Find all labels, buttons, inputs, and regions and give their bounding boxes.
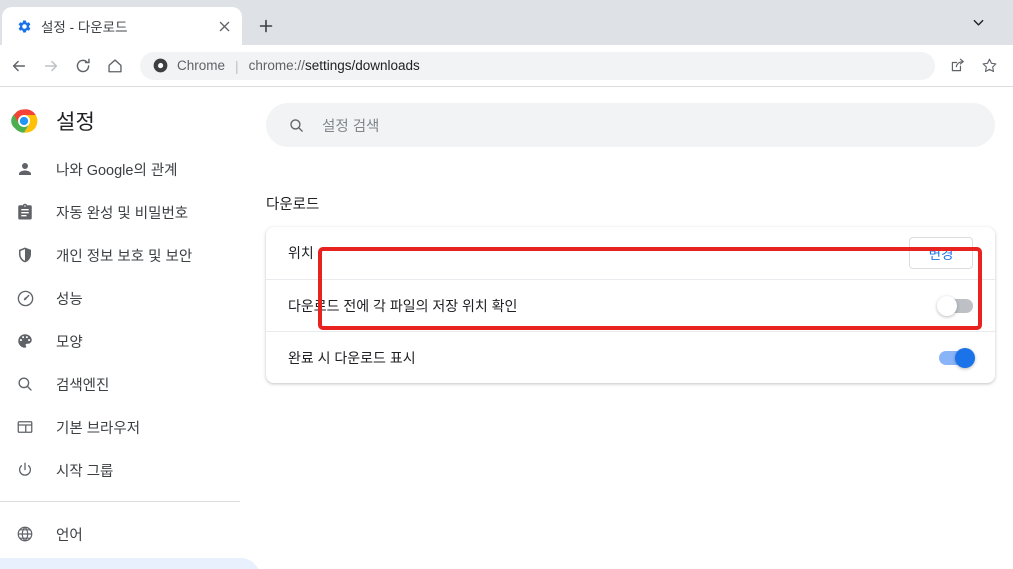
sidebar-item-on-startup[interactable]: 시작 그룹 [0,451,260,489]
globe-icon [14,523,36,545]
toggle-knob [937,295,957,316]
settings-sidebar: 설정 나와 Google의 관계 자동 완성 및 비밀번호 개인 정보 보호 및… [0,87,260,569]
setting-row-show-downloads-when-done[interactable]: 완료 시 다운로드 표시 [266,331,995,383]
person-icon [14,158,36,180]
sidebar-item-label: 성능 [56,291,83,308]
sidebar-item-label: 언어 [56,527,83,544]
sidebar-item-label: 기본 브라우저 [56,420,141,437]
settings-page: 설정 나와 Google의 관계 자동 완성 및 비밀번호 개인 정보 보호 및… [0,87,1013,569]
sidebar-item-downloads[interactable]: 다운로드 [0,558,260,569]
sidebar-divider [0,501,240,502]
settings-brand: 설정 [0,87,260,143]
speedometer-icon [14,287,36,309]
setting-label: 다운로드 전에 각 파일의 저장 위치 확인 [288,297,518,314]
chrome-logo [10,107,38,135]
ask-where-to-save-toggle[interactable] [937,295,973,316]
window-controls [965,0,1013,45]
forward-arrow-icon[interactable] [36,51,66,81]
toolbar-actions [943,52,1003,80]
sidebar-item-label: 자동 완성 및 비밀번호 [56,205,189,222]
settings-title: 설정 [56,111,96,134]
setting-label: 위치 [288,245,314,261]
browser-window-icon [14,416,36,438]
tab-strip: 설정 - 다운로드 [0,0,1013,45]
sidebar-item-privacy-security[interactable]: 개인 정보 보호 및 보안 [0,236,260,274]
setting-row-location[interactable]: 위치 변경 [266,227,995,279]
browser-window: 설정 - 다운로드 Chrome | chrome://settings/dow… [0,0,1013,569]
sidebar-item-label: 나와 Google의 관계 [56,162,178,179]
reload-icon[interactable] [68,51,98,81]
search-settings-box[interactable]: 설정 검색 [266,103,995,147]
star-icon[interactable] [975,52,1003,80]
palette-icon [14,330,36,352]
sidebar-item-search-engine[interactable]: 검색엔진 [0,365,260,403]
share-icon[interactable] [943,52,971,80]
sidebar-item-you-and-google[interactable]: 나와 Google의 관계 [0,150,260,188]
clipboard-icon [14,201,36,223]
close-icon[interactable] [214,16,234,36]
omnibox-url: chrome://settings/downloads [249,58,420,73]
toggle-knob [955,347,975,368]
page-title: 다운로드 [266,197,320,213]
search-icon [286,115,306,135]
sidebar-item-label: 개인 정보 보호 및 보안 [56,248,193,265]
sidebar-item-label: 모양 [56,334,83,351]
setting-label: 완료 시 다운로드 표시 [288,349,416,366]
browser-tab[interactable]: 설정 - 다운로드 [2,7,242,45]
change-location-button[interactable]: 변경 [909,237,973,269]
omnibox-scheme-label: Chrome [177,58,226,73]
omnibox-url-prefix: chrome:// [248,58,305,73]
browser-toolbar: Chrome | chrome://settings/downloads [0,45,1013,86]
chevron-down-icon[interactable] [965,10,991,36]
show-downloads-when-done-toggle[interactable] [939,347,975,368]
sidebar-item-label: 검색엔진 [56,377,110,394]
home-icon[interactable] [100,51,130,81]
new-tab-button[interactable] [251,11,281,41]
sidebar-nav-list: 나와 Google의 관계 자동 완성 및 비밀번호 개인 정보 보호 및 보안 [0,150,260,569]
chrome-icon [152,58,168,74]
search-icon [14,373,36,395]
gear-icon [16,18,32,34]
sidebar-item-languages[interactable]: 언어 [0,515,260,553]
tab-title: 설정 - 다운로드 [41,20,128,35]
sidebar-item-label: 시작 그룹 [56,463,114,480]
shield-icon [14,244,36,266]
power-icon [14,459,36,481]
sidebar-item-default-browser[interactable]: 기본 브라우저 [0,408,260,446]
omnibox-url-path: settings/downloads [304,58,420,73]
sidebar-item-autofill-passwords[interactable]: 자동 완성 및 비밀번호 [0,193,260,231]
settings-main: 설정 검색 다운로드 위치 변경 다운로드 전에 각 파일의 저장 위치 확인 … [260,87,1013,569]
sidebar-item-appearance[interactable]: 모양 [0,322,260,360]
address-bar[interactable]: Chrome | chrome://settings/downloads [140,51,935,80]
setting-row-ask-where-to-save[interactable]: 다운로드 전에 각 파일의 저장 위치 확인 [266,279,995,331]
sidebar-item-performance[interactable]: 성능 [0,279,260,317]
back-arrow-icon[interactable] [4,51,34,81]
downloads-settings-card: 위치 변경 다운로드 전에 각 파일의 저장 위치 확인 완료 시 다운로드 표… [266,227,995,383]
omnibox-separator: | [235,57,239,74]
search-input-placeholder: 설정 검색 [322,118,380,135]
